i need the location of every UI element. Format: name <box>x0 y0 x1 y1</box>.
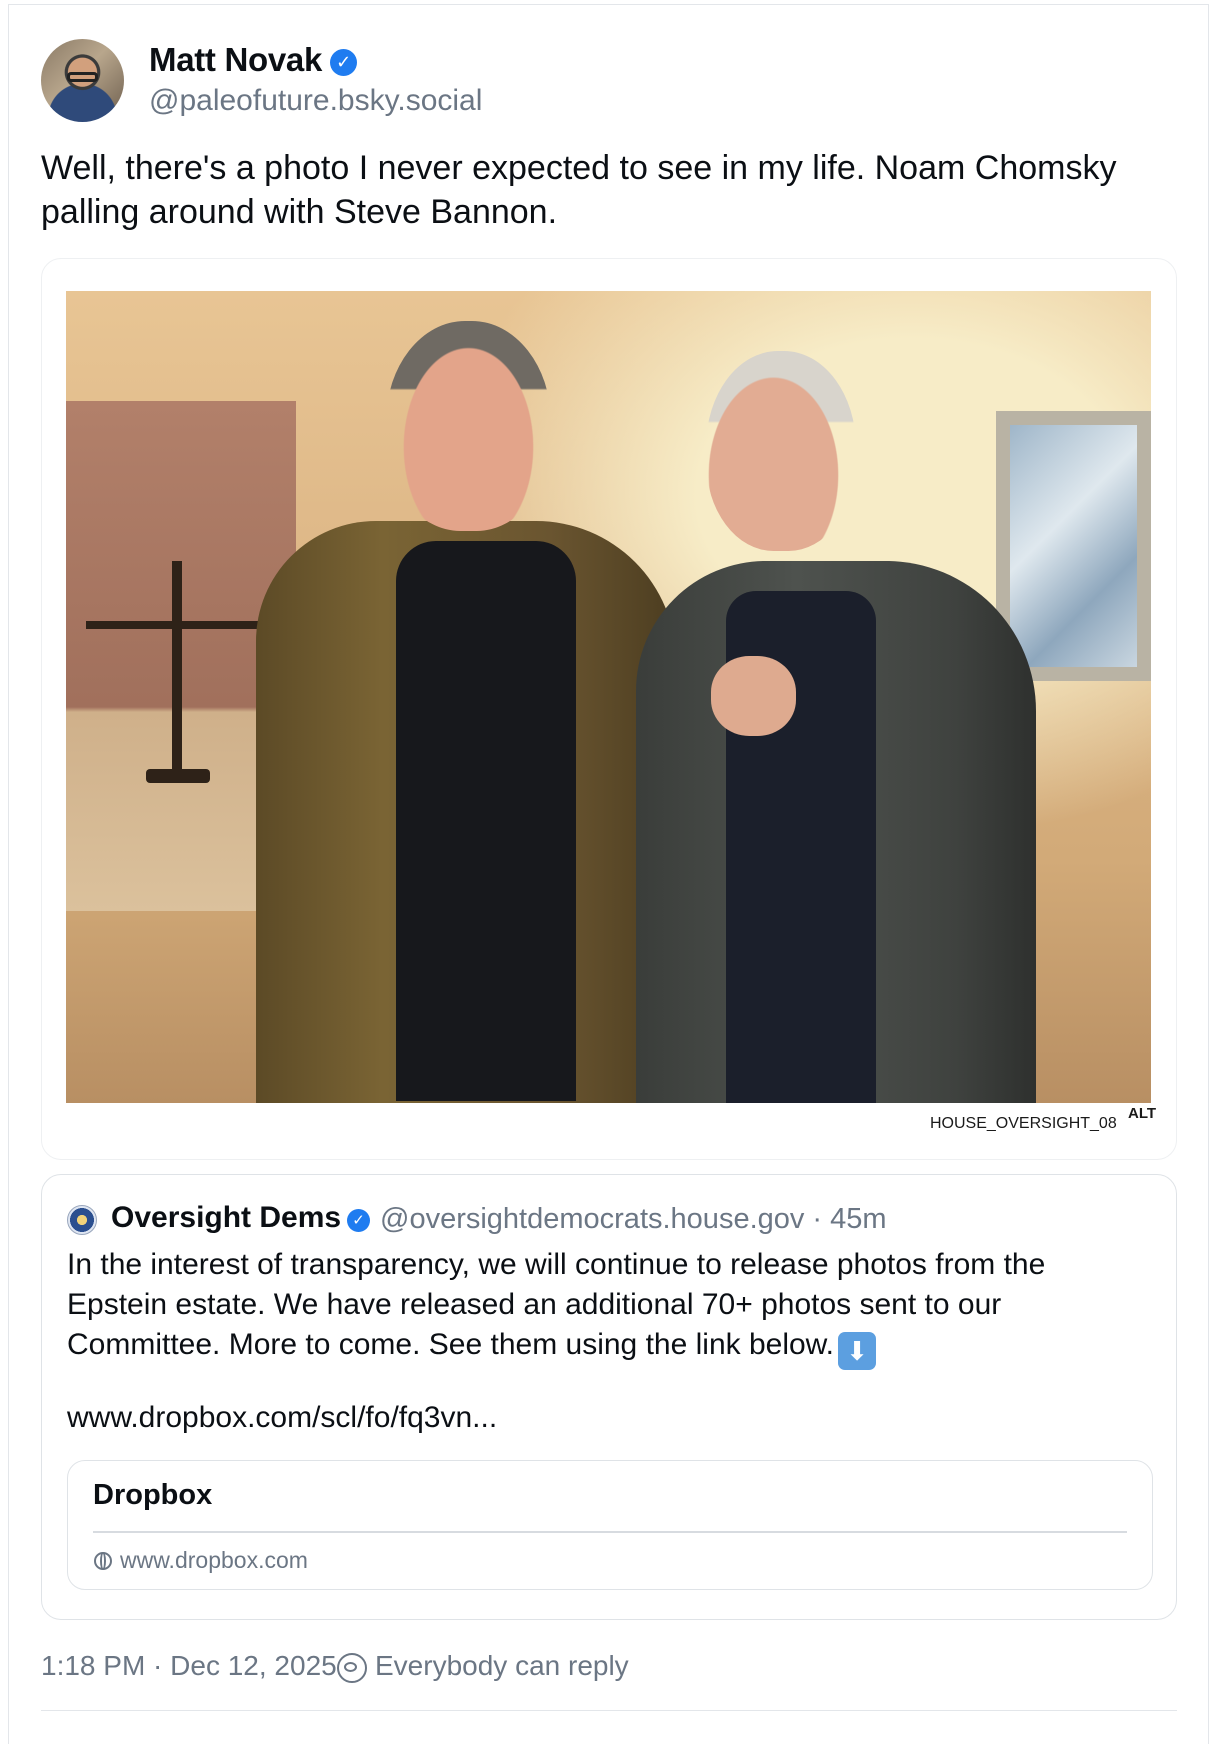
author-name-row[interactable]: Matt Novak ✓ <box>149 41 358 79</box>
avatar-glasses <box>67 72 98 82</box>
photo-person-left-shirt <box>396 541 576 1101</box>
link-preview-domain: www.dropbox.com <box>120 1547 308 1573</box>
footer-divider <box>41 1710 1177 1711</box>
reply-settings-label[interactable]: Everybody can reply <box>375 1650 629 1682</box>
photo-scale-bar <box>86 621 276 629</box>
author-avatar[interactable] <box>41 39 124 122</box>
quoted-post-body: In the interest of transparency, we will… <box>67 1248 1054 1361</box>
link-preview-divider <box>93 1531 1127 1533</box>
globe-icon <box>94 1552 112 1570</box>
quoted-post[interactable]: Oversight Dems ✓ @oversightdemocrats.hous… <box>41 1174 1177 1620</box>
quoted-author-avatar[interactable] <box>67 1205 97 1235</box>
post-photo[interactable] <box>66 291 1151 1103</box>
photo-person-right-head <box>706 351 856 551</box>
quoted-author-name[interactable]: Oversight Dems <box>111 1201 341 1234</box>
quoted-author-name-row[interactable]: Oversight Dems ✓ <box>111 1201 371 1235</box>
verified-badge-icon: ✓ <box>347 1209 371 1232</box>
verified-badge-icon: ✓ <box>330 49 358 76</box>
quoted-post-link[interactable]: www.dropbox.com/scl/fo/fq3vn... <box>67 1401 497 1435</box>
photo-mirror <box>996 411 1151 681</box>
photo-scale-post <box>172 561 182 781</box>
link-preview-card[interactable]: Dropbox www.dropbox.com <box>67 1460 1153 1590</box>
media-card[interactable]: HOUSE_OVERSIGHT_08 ALT <box>41 258 1177 1160</box>
post-timestamp: 1:18 PM · Dec 12, 2025 <box>41 1650 337 1681</box>
reply-settings-icon <box>337 1653 367 1683</box>
author-name[interactable]: Matt Novak <box>149 41 322 78</box>
photo-person-left-head <box>386 321 551 531</box>
photo-scale-base <box>146 769 210 783</box>
down-arrow-emoji-icon: ⬇ <box>838 1332 877 1370</box>
photo-caption: HOUSE_OVERSIGHT_08 <box>930 1115 1117 1132</box>
quoted-author-meta[interactable]: @oversightdemocrats.house.gov · 45m <box>380 1203 887 1236</box>
post-text: Well, there's a photo I never expected t… <box>41 149 1117 231</box>
alt-badge[interactable]: ALT <box>1128 1105 1156 1122</box>
quoted-post-text: In the interest of transparency, we will… <box>67 1245 1147 1370</box>
photo-hand <box>711 656 796 736</box>
author-handle[interactable]: @paleofuture.bsky.social <box>149 84 482 118</box>
link-preview-title: Dropbox <box>93 1479 213 1511</box>
